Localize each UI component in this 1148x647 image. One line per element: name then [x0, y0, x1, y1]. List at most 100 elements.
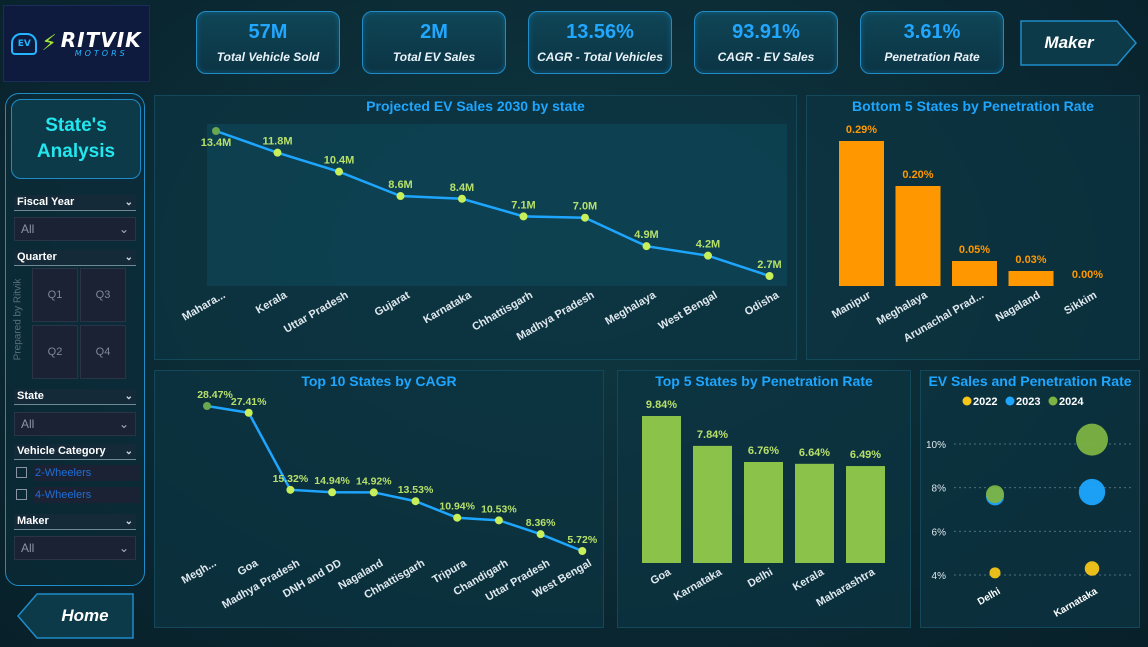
- chevron-down-icon: ⌄: [124, 197, 133, 208]
- maker-value: All: [21, 541, 35, 555]
- data-label: 6.64%: [799, 447, 830, 459]
- state-label: State: [17, 390, 44, 402]
- kpi-total-vehicles: 57M Total Vehicle Sold: [196, 11, 340, 74]
- lightning-bolt-icon: ⚡: [41, 31, 57, 56]
- maker-dropdown[interactable]: All ⌄: [14, 536, 136, 560]
- chevron-down-icon: ⌄: [124, 516, 133, 527]
- state-filter-header[interactable]: State ⌄: [14, 389, 136, 405]
- kpi-cagr-total: 13.56% CAGR - Total Vehicles: [528, 11, 672, 74]
- bar: [895, 186, 941, 286]
- y-tick-label: 6%: [932, 527, 947, 538]
- data-label: 0.03%: [1015, 254, 1046, 266]
- state-dropdown[interactable]: All ⌄: [14, 412, 136, 436]
- kpi-value: 57M: [248, 21, 288, 43]
- state-value: All: [21, 417, 35, 431]
- maker-nav-button[interactable]: Maker: [1019, 19, 1139, 67]
- data-label: 27.41%: [231, 396, 267, 408]
- home-nav-button[interactable]: Home: [15, 592, 135, 640]
- data-point: [273, 148, 282, 157]
- data-label: 6.76%: [748, 445, 779, 457]
- ev-sales-penetration-chart: 2022 2023 2024 10% 8% 6% 4% Delhi Karnataka: [926, 396, 1133, 620]
- page-title-line2: Analysis: [36, 141, 116, 162]
- data-label: 4.9M: [634, 229, 658, 241]
- ev-sales-penetration-panel: EV Sales and Penetration Rate 2022 2023 20…: [920, 370, 1140, 628]
- bottom5-penetration-panel: Bottom 5 States by Penetration Rate 0.29…: [806, 95, 1140, 360]
- checkbox[interactable]: [16, 489, 27, 500]
- quarter-tile-q1[interactable]: Q1: [32, 268, 78, 322]
- vehicle-category-label: Vehicle Category: [17, 445, 106, 457]
- data-label: 7.84%: [697, 429, 728, 441]
- kpi-label: CAGR - Total Vehicles: [537, 50, 663, 64]
- quarter-tile-q3[interactable]: Q3: [80, 268, 126, 322]
- kpi-label: CAGR - EV Sales: [717, 50, 815, 64]
- x-tick-label: Kerala: [791, 566, 827, 594]
- kpi-value: 93.91%: [732, 21, 800, 43]
- vehicle-category-option[interactable]: 2-Wheelers: [16, 465, 140, 481]
- bar: [642, 416, 681, 563]
- legend-label: 2023: [1016, 396, 1040, 408]
- data-point: [212, 127, 220, 135]
- projected-ev-sales-panel: Projected EV Sales 2030 by state 13.4M Ma…: [154, 95, 797, 360]
- maker-label: Maker: [17, 515, 49, 527]
- data-point: [335, 167, 343, 176]
- data-point: [519, 212, 528, 221]
- bar: [1008, 271, 1054, 286]
- data-label: 9.84%: [646, 399, 677, 411]
- y-tick-label: 8%: [932, 484, 947, 495]
- fiscal-year-dropdown[interactable]: All ⌄: [14, 217, 136, 241]
- series-line: [206, 404, 583, 553]
- y-tick-label: 4%: [932, 571, 947, 582]
- x-tick-label: Karnataka: [672, 566, 725, 603]
- data-label: 0.20%: [902, 169, 933, 181]
- quarter-tile-q4[interactable]: Q4: [80, 325, 126, 379]
- maker-filter-header[interactable]: Maker ⌄: [14, 514, 136, 530]
- data-point: [494, 516, 503, 525]
- brand-name: RITVIK: [60, 27, 142, 52]
- data-point: [453, 513, 462, 522]
- vehicle-category-option[interactable]: 4-Wheelers: [16, 487, 140, 503]
- quarter-tile-q2[interactable]: Q2: [32, 325, 78, 379]
- bubble: [986, 485, 1004, 504]
- data-label: 11.8M: [263, 136, 293, 148]
- checkbox[interactable]: [16, 467, 27, 478]
- data-label: 10.4M: [324, 155, 355, 167]
- page-title: State's Analysis: [11, 99, 141, 179]
- chevron-down-icon: ⌄: [124, 391, 133, 402]
- legend-marker: [962, 396, 972, 406]
- kpi-penetration-rate: 3.61% Penetration Rate: [860, 11, 1004, 74]
- data-point: [411, 497, 420, 506]
- ev-car-icon: EV: [11, 32, 38, 55]
- legend-marker: [1048, 396, 1058, 406]
- bubble: [989, 567, 1001, 579]
- projected-ev-sales-chart: 13.4M Mahara... 11.8M Kerala 10.4M Uttar Prad…: [180, 124, 787, 343]
- data-point: [286, 485, 295, 494]
- bubble: [1084, 561, 1100, 576]
- legend-label: 2024: [1059, 396, 1084, 408]
- data-label: 10.53%: [481, 503, 517, 515]
- data-label: 13.53%: [398, 484, 434, 496]
- kpi-value: 3.61%: [903, 21, 961, 43]
- data-point: [642, 242, 651, 251]
- bar: [846, 466, 885, 563]
- data-label: 28.47%: [197, 389, 233, 401]
- quarter-filter-header[interactable]: Quarter ⌄: [14, 250, 136, 266]
- bar: [693, 445, 732, 563]
- data-point: [458, 194, 466, 203]
- data-label: 14.92%: [356, 475, 392, 487]
- data-point: [203, 402, 211, 410]
- x-tick-label: Mahara...: [180, 289, 227, 323]
- vehicle-category-filter-header[interactable]: Vehicle Category ⌄: [14, 444, 136, 460]
- top5-penetration-panel: Top 5 States by Penetration Rate 9.84% Go…: [617, 370, 911, 628]
- page-title-line1: State's: [45, 115, 107, 137]
- data-label: 7.1M: [511, 199, 535, 211]
- bubble: [1076, 423, 1108, 456]
- data-point: [396, 192, 405, 201]
- chevron-down-icon: ⌄: [118, 417, 129, 431]
- fiscal-year-filter-header[interactable]: Fiscal Year ⌄: [14, 195, 136, 211]
- x-tick-label: Uttar Pradesh: [282, 289, 351, 336]
- data-label: 2.7M: [757, 259, 781, 271]
- data-label: 6.49%: [850, 449, 881, 461]
- data-label: 0.29%: [846, 124, 877, 136]
- data-label: 0.00%: [1072, 269, 1103, 281]
- chevron-down-icon: ⌄: [118, 222, 129, 236]
